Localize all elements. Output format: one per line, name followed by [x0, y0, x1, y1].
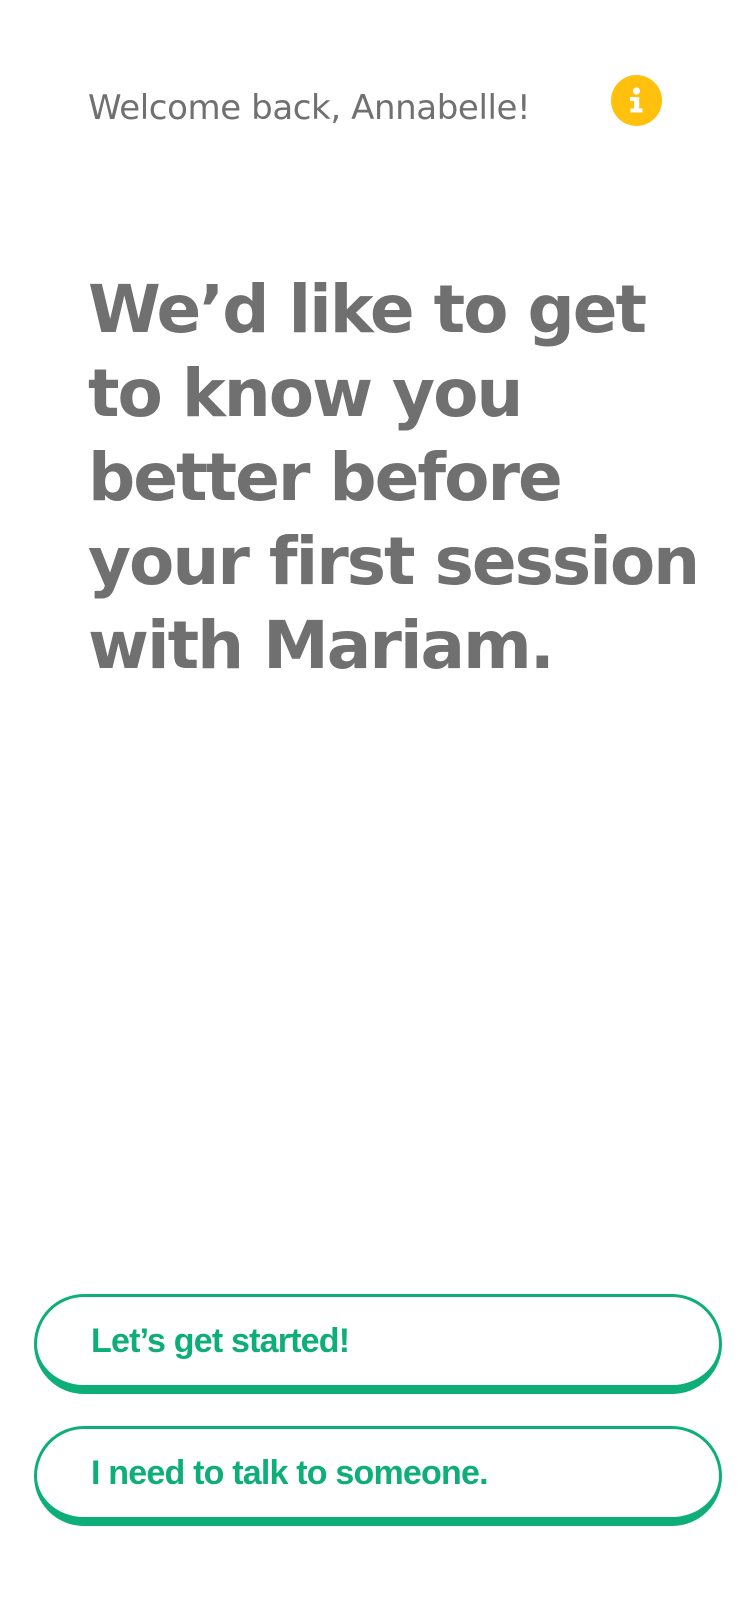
- headline-line: We’d like to get: [88, 271, 647, 348]
- talk-to-someone-label: I need to talk to someone.: [91, 1453, 489, 1492]
- info-button[interactable]: [611, 75, 662, 126]
- headline-line: your first session: [88, 523, 700, 600]
- welcome-greeting: Welcome back, Annabelle!: [88, 88, 531, 128]
- info-icon: [611, 75, 662, 126]
- get-started-label: Let’s get started!: [91, 1321, 350, 1360]
- headline-line: to know you: [88, 355, 523, 432]
- onboarding-headline: We’d like to get to know you better befo…: [88, 268, 708, 688]
- headline-line: with Mariam.: [88, 607, 555, 684]
- get-started-button[interactable]: Let’s get started!: [34, 1294, 722, 1394]
- talk-to-someone-button[interactable]: I need to talk to someone.: [34, 1426, 722, 1526]
- headline-line: better before: [88, 439, 563, 516]
